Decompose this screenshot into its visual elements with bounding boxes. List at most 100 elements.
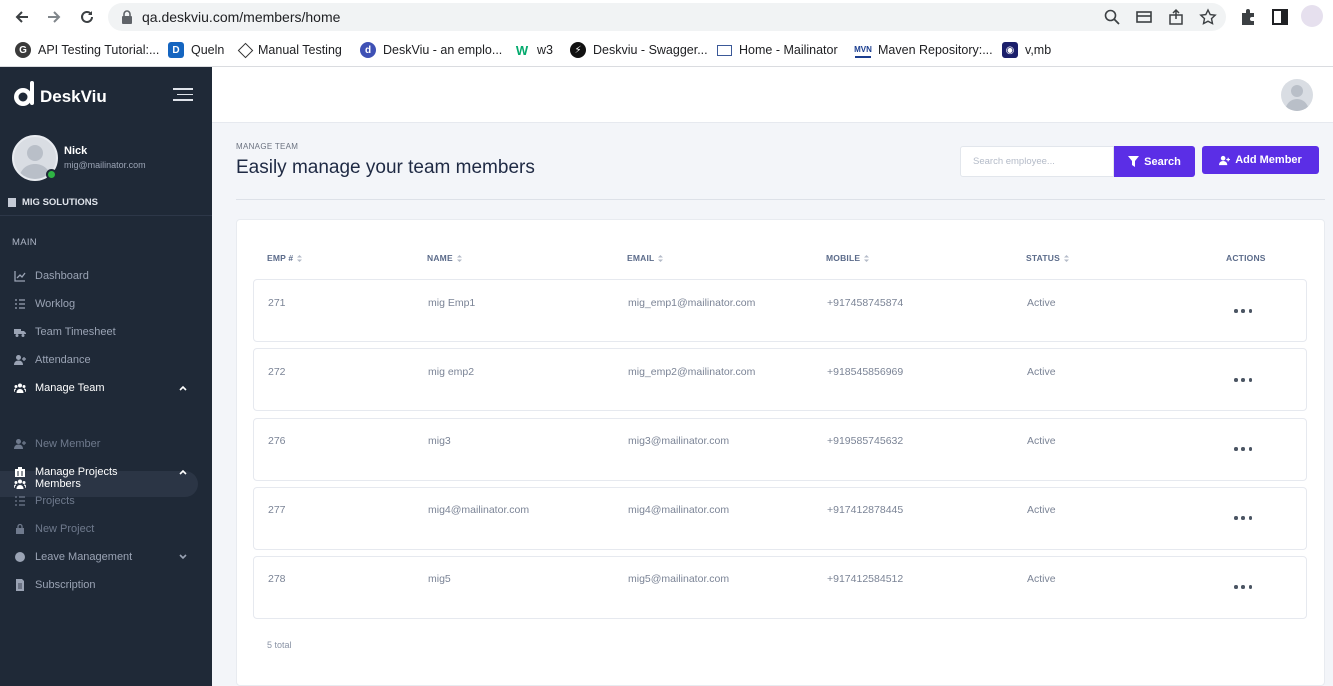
table-row[interactable]: [253, 279, 1307, 342]
column-header-label: MOBILE: [826, 253, 861, 263]
truck-icon: [14, 329, 26, 337]
table-row[interactable]: [253, 348, 1307, 411]
add-member-button[interactable]: Add Member: [1202, 146, 1319, 174]
chevron-down-icon[interactable]: [178, 552, 188, 562]
puzzle-icon[interactable]: [1238, 7, 1258, 27]
cell-email: mig5@mailinator.com: [628, 573, 730, 585]
bookmark-mailinator[interactable]: Home - Mailinator: [717, 40, 838, 60]
users-icon: [14, 383, 26, 393]
chevron-up-icon[interactable]: [178, 467, 188, 477]
sidebar-item-team-timesheet[interactable]: Team Timesheet: [0, 319, 212, 345]
sidebar-item-leave-management[interactable]: Leave Management: [0, 544, 212, 570]
column-header-emp[interactable]: EMP #: [267, 253, 303, 263]
star-icon[interactable]: [1199, 8, 1217, 26]
sidebar-item-new-project[interactable]: New Project: [0, 516, 212, 542]
reload-button[interactable]: [75, 5, 99, 29]
address-bar[interactable]: qa.deskviu.com/members/home: [108, 3, 1226, 31]
row-actions-icon[interactable]: [1234, 308, 1252, 314]
add-member-label: Add Member: [1235, 154, 1302, 166]
queln-favicon: D: [168, 42, 184, 58]
sidebar-item-worklog[interactable]: Worklog: [0, 291, 212, 317]
user-plus-icon: [14, 439, 26, 449]
bookmark-label: v,mb: [1025, 43, 1052, 57]
column-header-mobile[interactable]: MOBILE: [826, 253, 870, 263]
sidebar-item-subscription[interactable]: Subscription: [0, 572, 212, 598]
header-user-avatar[interactable]: [1281, 79, 1313, 111]
sidebar-item-projects[interactable]: Projects: [0, 488, 212, 514]
cell-mobile: +917458745874: [827, 297, 904, 309]
sidebar-item-manage-projects[interactable]: Manage Projects: [0, 459, 212, 485]
table-row[interactable]: [253, 487, 1307, 550]
search-employee-input[interactable]: [960, 146, 1114, 177]
page-title: Easily manage your team members: [236, 157, 535, 178]
cell-email: mig_emp2@mailinator.com: [628, 366, 756, 378]
projects-icon: [15, 467, 25, 477]
brand-logo[interactable]: DeskViu: [12, 79, 107, 109]
cell-name: mig Emp1: [428, 297, 476, 309]
bookmark-vmb[interactable]: ◉ v,mb: [1002, 40, 1051, 60]
bookmark-label: API Testing Tutorial:...: [38, 43, 160, 57]
cell-name: mig emp2: [428, 366, 475, 378]
bookmark-label: Deskviu - Swagger...: [593, 43, 708, 57]
cell-emp: 278: [268, 573, 286, 585]
forward-button[interactable]: [42, 5, 66, 29]
bookmark-maven[interactable]: MVN Maven Repository:...: [854, 40, 993, 60]
search-button[interactable]: Search: [1114, 146, 1195, 177]
back-button[interactable]: [10, 5, 34, 29]
bookmark-deskviu[interactable]: d DeskViu - an emplo...: [360, 40, 502, 60]
sidebar-item-label: Dashboard: [35, 270, 89, 282]
column-header-status[interactable]: STATUS: [1026, 253, 1069, 263]
cell-mobile: +917412584512: [827, 573, 904, 585]
sidebar-item-new-member[interactable]: New Member: [0, 431, 212, 457]
list-icon: [15, 496, 25, 506]
cell-status: Active: [1027, 435, 1056, 447]
bookmark-queln[interactable]: D Queln: [168, 40, 224, 60]
sidepanel-icon[interactable]: [1270, 7, 1290, 27]
api-favicon: G: [15, 42, 31, 58]
title-divider: [236, 199, 1325, 200]
lock-icon: [122, 10, 132, 24]
sidebar-divider: [0, 215, 212, 216]
top-header: [212, 67, 1333, 123]
bookmark-swagger[interactable]: ⚡ Deskviu - Swagger...: [570, 40, 708, 60]
cell-mobile: +917412878445: [827, 504, 904, 516]
cell-mobile: +918545856969: [827, 366, 904, 378]
back-arrow-icon: [15, 11, 28, 23]
menu-toggle-icon[interactable]: [173, 88, 193, 102]
column-header-label: NAME: [427, 253, 453, 263]
sidebar: DeskViu Nick mig@mailinator.com MIG SOLU…: [0, 67, 212, 686]
column-header-name[interactable]: NAME: [427, 253, 462, 263]
user-plus-icon: [1219, 155, 1231, 165]
sidebar-item-label: Leave Management: [35, 551, 133, 563]
sidebar-item-label: Projects: [35, 495, 75, 507]
sidebar-item-attendance[interactable]: Attendance: [0, 347, 212, 373]
reload-icon: [81, 10, 93, 23]
card-icon[interactable]: [1135, 8, 1153, 26]
bookmark-w3[interactable]: W w3: [514, 40, 553, 60]
sidebar-item-manage-team[interactable]: Manage Team: [0, 375, 212, 401]
column-header-label: ACTIONS: [1226, 253, 1266, 263]
row-actions-icon[interactable]: [1234, 377, 1252, 383]
bookmark-manual-testing[interactable]: Manual Testing: [237, 40, 342, 60]
user-name: Nick: [64, 145, 88, 157]
zoom-icon[interactable]: [1103, 8, 1121, 26]
chevron-up-icon[interactable]: [178, 383, 188, 393]
column-header-email[interactable]: EMAIL: [627, 253, 664, 263]
url-text[interactable]: qa.deskviu.com/members/home: [142, 9, 340, 25]
column-header-label: STATUS: [1026, 253, 1060, 263]
vmb-favicon: ◉: [1002, 42, 1018, 58]
organization-label: MIG SOLUTIONS: [8, 197, 98, 208]
table-row[interactable]: [253, 418, 1307, 481]
row-actions-icon[interactable]: [1234, 515, 1252, 521]
row-actions-icon[interactable]: [1234, 584, 1252, 590]
table-row[interactable]: [253, 556, 1307, 619]
share-icon[interactable]: [1167, 8, 1185, 26]
filter-icon: [1128, 156, 1140, 167]
profile-avatar-icon[interactable]: [1301, 5, 1323, 27]
row-actions-icon[interactable]: [1234, 446, 1252, 452]
sidebar-item-label: Subscription: [35, 579, 96, 591]
column-header-actions: ACTIONS: [1226, 253, 1266, 263]
sidebar-item-dashboard[interactable]: Dashboard: [0, 263, 212, 289]
sidebar-item-label: Team Timesheet: [35, 326, 116, 338]
bookmark-api-testing[interactable]: G API Testing Tutorial:...: [15, 40, 159, 60]
